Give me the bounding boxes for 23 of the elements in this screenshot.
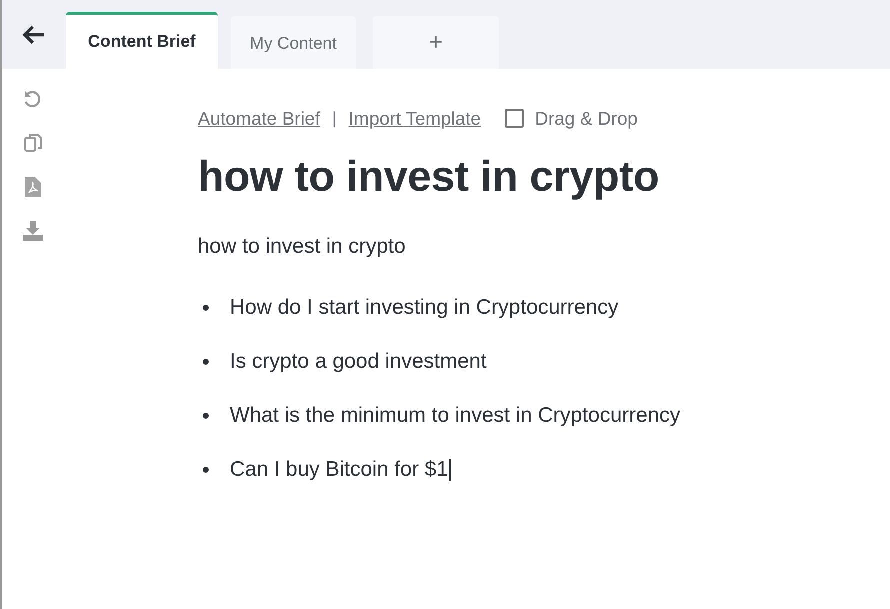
bullet-icon [203, 304, 209, 311]
list-item: Is crypto a good investment [230, 349, 487, 375]
copy-icon[interactable] [24, 133, 42, 153]
paragraph: how to invest in crypto [198, 234, 407, 260]
download-icon[interactable] [23, 221, 43, 241]
checkbox[interactable] [505, 109, 524, 128]
tab[interactable]: Content Brief [66, 12, 218, 69]
bullet-icon [203, 466, 209, 473]
add-tab-button[interactable]: + [373, 16, 499, 69]
separator: | [332, 108, 337, 130]
bullet-icon [203, 358, 209, 365]
bullet-icon [203, 412, 209, 419]
document-title: how to invest in crypto [198, 152, 660, 203]
list-item: What is the minimum to invest in Cryptocurrency [230, 403, 680, 429]
list-item: How do I start investing in Cryptocurrency [230, 295, 619, 321]
list-item: Can I buy Bitcoin for $1 [230, 457, 448, 483]
link[interactable]: Import Template [348, 105, 482, 133]
tab[interactable]: My Content [231, 16, 356, 69]
checkbox-label: Drag & Drop [535, 107, 638, 131]
text-cursor [449, 458, 451, 481]
pdf-file-icon[interactable] [25, 177, 41, 197]
link[interactable]: Automate Brief [198, 105, 320, 133]
undo-icon[interactable] [23, 89, 43, 109]
